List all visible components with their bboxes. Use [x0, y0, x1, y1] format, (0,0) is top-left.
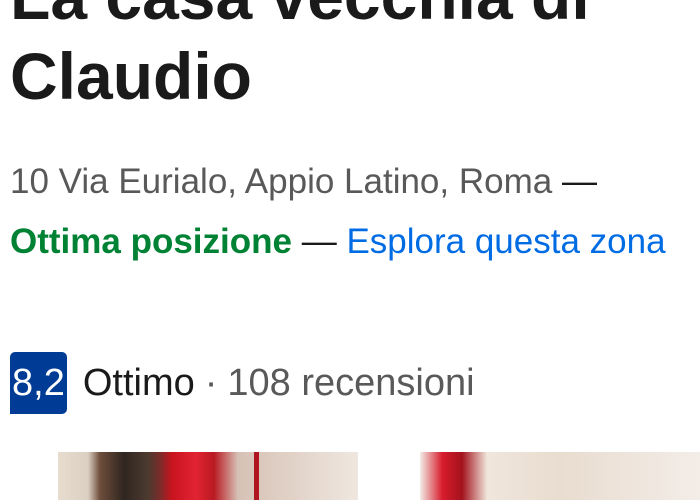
photo-detail	[254, 452, 259, 500]
photo-gallery[interactable]	[0, 452, 700, 500]
property-photo[interactable]	[420, 452, 700, 500]
property-page: La casa vecchia di Claudio 10 Via Eurial…	[0, 0, 700, 500]
explore-area-link[interactable]: Esplora questa zona	[346, 222, 665, 261]
property-photo[interactable]	[58, 452, 358, 500]
review-score-label: Ottimo	[82, 361, 195, 404]
review-score-badge: 8,2	[10, 352, 67, 414]
separator: —	[561, 162, 597, 201]
address-text: 10 Via Eurialo, Appio Latino, Roma	[10, 162, 553, 201]
review-count[interactable]: 108 recensioni	[227, 362, 474, 405]
location-score-label: Ottima posizione	[10, 222, 292, 261]
review-score-row[interactable]: 8,2 Ottimo · 108 recensioni	[10, 352, 475, 414]
address-block: 10 Via Eurialo, Appio Latino, Roma — Ott…	[10, 152, 670, 272]
separator: —	[301, 222, 337, 261]
dot-separator: ·	[204, 361, 218, 404]
property-title: La casa vecchia di Claudio	[10, 0, 590, 113]
